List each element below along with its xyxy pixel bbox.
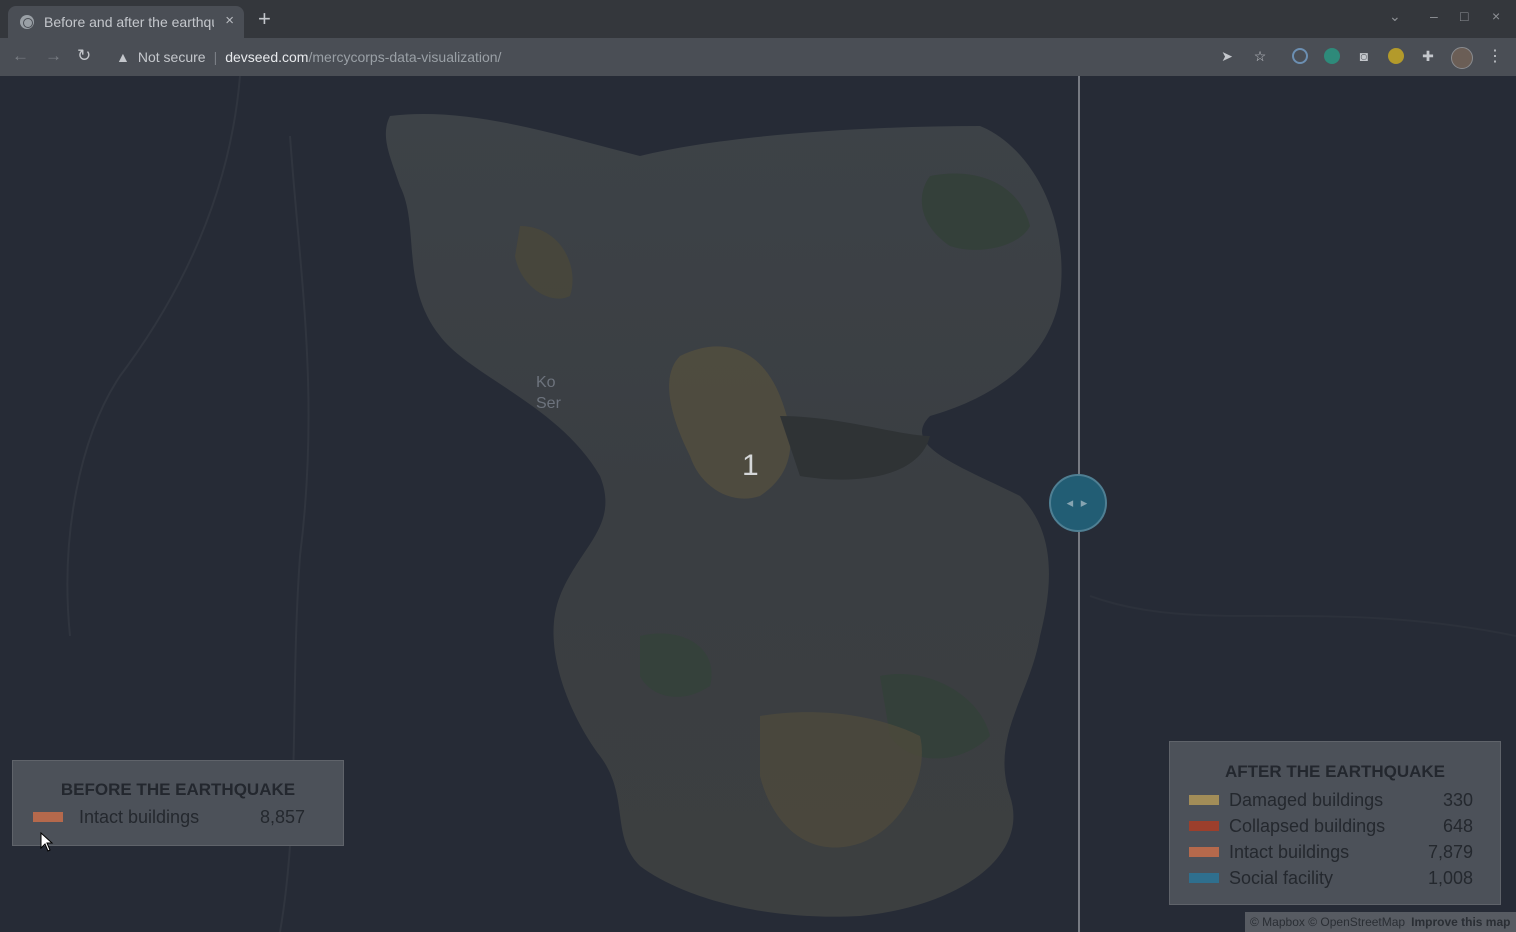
place-label: Ko Ser [536, 372, 561, 414]
mapbox-attribution-link[interactable]: © Mapbox [1250, 915, 1305, 929]
reload-icon[interactable]: ↻ [77, 46, 91, 66]
legend-after-title: AFTER THE EARTHQUAKE [1224, 762, 1446, 781]
mouse-cursor-icon [40, 832, 54, 852]
tab-strip: Before and after the earthquake × + ⌄ – … [0, 0, 1516, 38]
legend-value: 330 [1442, 789, 1473, 810]
legend-row: Collapsed buildings 648 [1189, 813, 1473, 839]
minimize-icon[interactable]: – [1430, 8, 1438, 24]
legend-swatch [1189, 847, 1219, 857]
legend-before: BEFORE THE EARTHQUAKE Intact buildings 8… [12, 760, 344, 846]
legend-swatch [33, 812, 63, 822]
legend-label: Damaged buildings [1229, 789, 1384, 810]
maximize-icon[interactable]: □ [1460, 8, 1468, 24]
extension-yellow-icon[interactable] [1388, 48, 1404, 64]
legend-after: AFTER THE EARTHQUAKE Damaged buildings 3… [1169, 741, 1501, 905]
send-icon[interactable]: ➤ [1219, 48, 1235, 64]
browser-toolbar: ← → ↻ ▲ Not secure | devseed.com/mercyco… [0, 38, 1516, 76]
new-tab-button[interactable]: + [258, 6, 271, 32]
url-path: /mercycorps-data-visualization/ [308, 49, 502, 65]
place-label-line2: Ser [536, 395, 561, 412]
tab-search-icon[interactable]: ⌄ [1389, 8, 1401, 25]
legend-swatch [1189, 821, 1219, 831]
bookmark-star-icon[interactable]: ☆ [1252, 48, 1268, 64]
legend-row: Intact buildings 7,879 [1189, 839, 1473, 865]
camera-icon[interactable]: ◙ [1356, 48, 1372, 64]
place-label-line1: Ko [536, 374, 556, 391]
close-window-icon[interactable]: × [1492, 8, 1500, 24]
legend-label: Collapsed buildings [1229, 815, 1386, 836]
legend-value: 1,008 [1427, 867, 1473, 888]
legend-after-rows: Damaged buildings 330 Collapsed building… [1170, 787, 1500, 891]
legend-row: Social facility 1,008 [1189, 865, 1473, 891]
close-tab-icon[interactable]: × [225, 12, 234, 29]
legend-row: Intact buildings 8,857 [13, 804, 343, 830]
map-attribution: © Mapbox © OpenStreetMap Improve this map [1245, 912, 1516, 932]
legend-value: 7,879 [1427, 841, 1473, 862]
menu-icon[interactable]: ⋮ [1487, 46, 1503, 66]
url-host: devseed.com [225, 49, 309, 65]
compare-slider-handle[interactable]: ◂ ▸ [1049, 474, 1107, 532]
forward-icon[interactable]: → [45, 46, 62, 66]
legend-row: Damaged buildings 330 [1189, 787, 1473, 813]
browser-tab[interactable]: Before and after the earthquake × [8, 6, 244, 38]
security-label[interactable]: Not secure [138, 49, 206, 65]
extension-globe-icon[interactable] [1324, 48, 1340, 64]
warning-icon: ▲ [116, 49, 130, 65]
extension-icon[interactable] [1292, 48, 1308, 64]
legend-label: Social facility [1229, 867, 1334, 888]
legend-value: 648 [1442, 815, 1473, 836]
legend-before-title: BEFORE THE EARTHQUAKE [60, 780, 296, 799]
back-icon[interactable]: ← [12, 46, 29, 66]
address-bar[interactable]: ▲ Not secure | devseed.com/mercycorps-da… [108, 43, 1258, 71]
legend-swatch [1189, 873, 1219, 883]
legend-swatch [1189, 795, 1219, 805]
cluster-count[interactable]: 1 [742, 449, 759, 483]
slider-arrows-icon: ◂ ▸ [1066, 495, 1090, 510]
tab-title: Before and after the earthquake [44, 14, 214, 30]
map-canvas[interactable]: Ko Ser 1 ◂ ▸ BEFORE THE EARTHQUAKE Intac… [0, 76, 1516, 932]
legend-label: Intact buildings [1229, 841, 1350, 862]
profile-avatar[interactable] [1451, 47, 1473, 69]
improve-map-link[interactable]: Improve this map [1411, 915, 1510, 929]
url-separator: | [213, 49, 218, 65]
legend-value: 8,857 [259, 806, 305, 827]
legend-label: Intact buildings [79, 806, 200, 827]
osm-attribution-link[interactable]: © OpenStreetMap [1308, 915, 1405, 929]
globe-icon [20, 15, 34, 29]
puzzle-icon[interactable]: ✚ [1420, 48, 1436, 64]
